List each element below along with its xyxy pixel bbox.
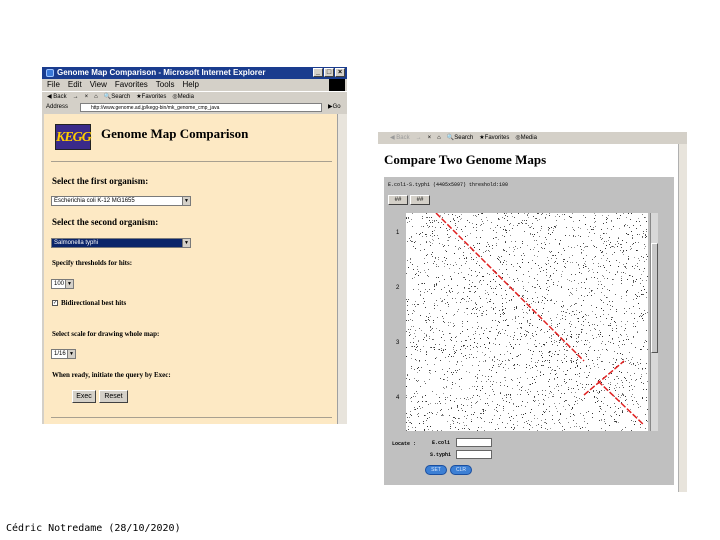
- address-input[interactable]: http://www.genome.ad.jp/kegg-bin/mk_geno…: [80, 103, 322, 112]
- y-axis-label: 4: [396, 395, 400, 401]
- home-button[interactable]: ⌂: [437, 132, 441, 144]
- address-label: Address: [46, 104, 69, 110]
- applet-info: E.coli-S.typhi (4405x5097) threshold:100: [388, 182, 509, 188]
- menu-help[interactable]: Help: [182, 79, 198, 91]
- chevron-down-icon: ▼: [182, 197, 190, 205]
- reset-button[interactable]: Reset: [99, 390, 128, 403]
- first-organism-select[interactable]: Escherichia coli K-12 MG1655 ▼: [51, 196, 191, 206]
- second-organism-value: Salmonella typhi: [54, 240, 99, 246]
- media-button[interactable]: ◎Media: [515, 132, 537, 144]
- stop-button[interactable]: ×: [85, 92, 89, 102]
- browser-toolbar: ◀ Back → × ⌂ 🔍Search ★Favorites ◎Media: [42, 91, 347, 102]
- y-axis-label: 3: [396, 340, 400, 346]
- windows-logo-icon: [329, 79, 345, 91]
- back-button[interactable]: ◀ Back: [390, 132, 410, 144]
- first-organism-value: Escherichia coli K-12 MG1655: [54, 198, 135, 204]
- divider: [51, 417, 332, 418]
- zoom-in-button[interactable]: ##: [388, 195, 408, 205]
- favorites-label: Favorites: [141, 94, 167, 100]
- page-title: Genome Map Comparison: [101, 126, 249, 141]
- address-bar: Address http://www.genome.ad.jp/kegg-bin…: [42, 102, 347, 113]
- genome-dotplot[interactable]: [406, 213, 648, 431]
- stop-button[interactable]: ×: [428, 132, 432, 144]
- media-label: Media: [177, 94, 194, 100]
- scale-select[interactable]: 1/16 ▼: [51, 349, 76, 359]
- favorites-button[interactable]: ★Favorites: [136, 92, 166, 102]
- menu-view[interactable]: View: [90, 79, 107, 91]
- thresholds-label: Specify thresholds for hits:: [52, 259, 133, 267]
- vertical-scrollbar[interactable]: [337, 114, 347, 424]
- kegg-logo: KEGG: [55, 124, 92, 150]
- back-label: Back: [53, 94, 67, 100]
- bidirectional-label: Bidirectional best hits: [61, 299, 127, 307]
- vertical-scrollbar[interactable]: [678, 144, 687, 492]
- locate-styphi-label: S.typhi: [430, 452, 452, 458]
- window-title: Genome Map Comparison - Microsoft Intern…: [57, 68, 266, 77]
- back-button[interactable]: ◀ Back: [47, 92, 67, 102]
- browser-window-compare-maps: ◀ Back → × ⌂ 🔍Search ★Favorites ◎Media C…: [378, 132, 687, 492]
- ready-label: When ready, initiate the query by Exec:: [52, 371, 171, 379]
- menu-tools[interactable]: Tools: [156, 79, 175, 91]
- ie-icon: [46, 68, 54, 77]
- menu-favorites[interactable]: Favorites: [115, 79, 148, 91]
- maximize-button[interactable]: □: [324, 68, 334, 77]
- y-axis-label: 2: [396, 285, 400, 291]
- threshold-select[interactable]: 100 ▼: [51, 279, 74, 289]
- forward-button[interactable]: →: [416, 132, 422, 144]
- y-axis-label: 1: [396, 230, 400, 236]
- search-button[interactable]: 🔍Search: [104, 92, 131, 102]
- dotplot-pane: 1 2 3 4: [388, 210, 670, 432]
- clear-button[interactable]: CLR: [450, 465, 472, 475]
- window-title-bar: Genome Map Comparison - Microsoft Intern…: [42, 67, 347, 79]
- second-organism-select[interactable]: Salmonella typhi ▼: [51, 238, 191, 248]
- chevron-down-icon: ▼: [65, 280, 73, 288]
- close-button[interactable]: ×: [335, 68, 345, 77]
- chevron-down-icon: ▼: [182, 239, 190, 247]
- chevron-down-icon: ▼: [67, 350, 75, 358]
- search-label: Search: [454, 135, 474, 141]
- media-label: Media: [520, 135, 537, 141]
- exec-button[interactable]: Exec: [72, 390, 96, 403]
- scale-label: Select scale for drawing whole map:: [52, 330, 160, 338]
- go-button[interactable]: ▶Go: [328, 102, 341, 113]
- threshold-value: 100: [54, 281, 65, 287]
- zoom-out-button[interactable]: ##: [410, 195, 430, 205]
- plot-scrollbar[interactable]: [650, 213, 658, 431]
- set-button[interactable]: SET: [425, 465, 447, 475]
- first-organism-label: Select the first organism:: [52, 176, 149, 186]
- plot-scrollbar-thumb[interactable]: [651, 243, 658, 353]
- browser-window-genome-map: Genome Map Comparison - Microsoft Intern…: [42, 67, 347, 424]
- second-organism-label: Select the second organism:: [52, 217, 159, 227]
- favorites-button[interactable]: ★Favorites: [479, 132, 509, 144]
- search-button[interactable]: 🔍Search: [447, 132, 474, 144]
- locate-ecoli-input[interactable]: [456, 438, 492, 447]
- back-label: Back: [396, 135, 410, 141]
- bidirectional-checkbox[interactable]: ✓: [52, 300, 58, 306]
- locate-styphi-input[interactable]: [456, 450, 492, 459]
- slide-credit: Cédric Notredame (28/10/2020): [6, 523, 181, 534]
- media-button[interactable]: ◎Media: [172, 92, 194, 102]
- menu-file[interactable]: File: [47, 79, 60, 91]
- scale-value: 1/16: [54, 351, 66, 357]
- menu-bar: File Edit View Favorites Tools Help: [42, 79, 347, 91]
- locate-ecoli-label: E.coli: [432, 440, 451, 446]
- favorites-label: Favorites: [484, 135, 510, 141]
- divider: [51, 161, 332, 162]
- page-title: Compare Two Genome Maps: [384, 152, 547, 167]
- genome-applet: E.coli-S.typhi (4405x5097) threshold:100…: [384, 177, 674, 485]
- forward-button[interactable]: →: [73, 92, 79, 102]
- browser-toolbar: ◀ Back → × ⌂ 🔍Search ★Favorites ◎Media: [378, 132, 687, 144]
- search-label: Search: [111, 94, 131, 100]
- go-label: Go: [332, 104, 341, 110]
- menu-edit[interactable]: Edit: [68, 79, 82, 91]
- locate-label: Locate :: [392, 441, 417, 447]
- home-button[interactable]: ⌂: [94, 92, 98, 102]
- minimize-button[interactable]: _: [313, 68, 323, 77]
- page-content: KEGG Genome Map Comparison Select the fi…: [44, 114, 337, 424]
